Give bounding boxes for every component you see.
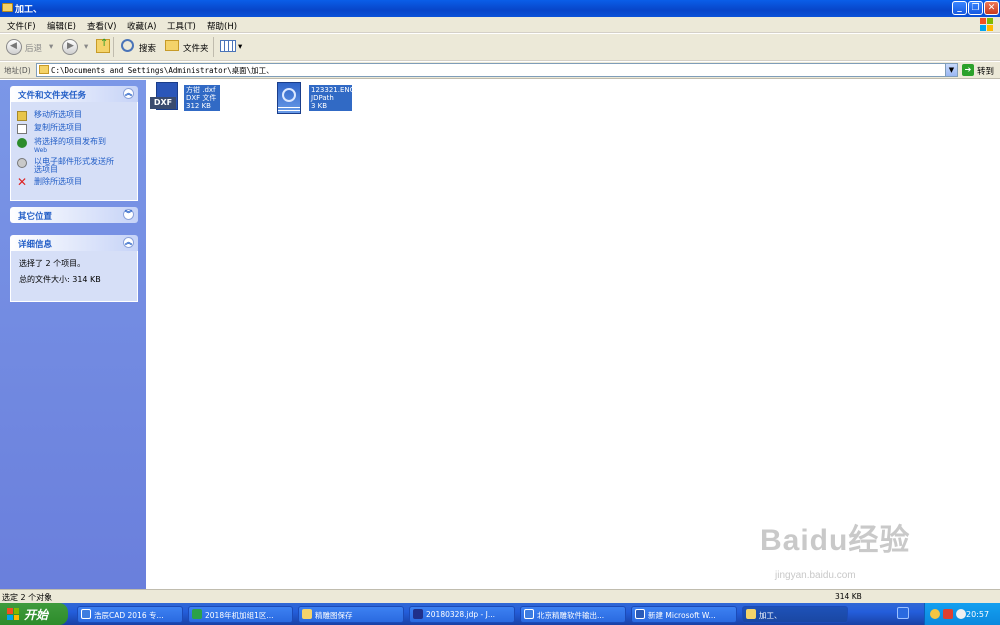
details-title: 详细信息 [18, 240, 53, 250]
jdpath-file-icon[interactable] [277, 82, 301, 114]
file-tasks-panel: 移动所选项目 复制所选项目 将选择的项目发布到 Web 以电子邮件形式发送所 选… [10, 102, 138, 201]
address-label: 地址(D) [4, 66, 31, 75]
taskbar-item-cad[interactable]: 浩辰CAD 2016 专... [77, 606, 183, 623]
title-bar[interactable]: 加工、 _ ❐ ✕ [0, 0, 1000, 17]
file-name: 123321.ENG [311, 86, 356, 94]
status-bar: 选定 2 个对象 314 KB [0, 589, 1000, 603]
go-arrow-icon[interactable]: ➔ [962, 64, 974, 76]
menu-help[interactable]: 帮助(H) [207, 20, 237, 32]
menu-favorites[interactable]: 收藏(A) [127, 20, 156, 32]
delete-icon: ✕ [17, 175, 28, 189]
folder-icon [2, 3, 13, 12]
folder-up-icon[interactable]: ↑ [96, 38, 110, 53]
menu-tools[interactable]: 工具(T) [167, 20, 196, 32]
dxf-file-icon[interactable]: DXF [150, 82, 180, 114]
go-button[interactable]: 转到 [977, 65, 994, 77]
taskbar-item-output[interactable]: 北京精雕软件输出... [520, 606, 626, 623]
file-type: JDPath [311, 94, 334, 102]
taskbar-item-folder-jingdiao[interactable]: 精雕图保存 [298, 606, 404, 623]
watermark-url: jingyan.baidu.com [775, 570, 856, 581]
back-button-label[interactable]: 后退 [25, 42, 42, 54]
forward-arrow-icon[interactable]: ▶ [62, 39, 78, 55]
tray-app-icon[interactable] [930, 609, 940, 619]
email-icon [17, 158, 27, 168]
menu-edit[interactable]: 编辑(E) [47, 20, 76, 32]
address-dropdown-icon[interactable]: ▼ [945, 64, 957, 76]
close-button[interactable]: ✕ [984, 1, 999, 15]
status-size: 314 KB [835, 592, 862, 601]
spreadsheet-icon [192, 609, 202, 619]
expand-chevron-icon[interactable]: ︾ [123, 209, 134, 220]
delete-link[interactable]: 删除所选项目 [34, 177, 82, 186]
search-button[interactable]: 搜索 [139, 42, 156, 54]
folders-icon[interactable] [165, 40, 179, 51]
toolbar-separator [113, 37, 114, 57]
folder-icon [302, 609, 312, 619]
file-type: DXF 文件 [186, 94, 217, 102]
baidu-watermark: Baidu经验 [760, 524, 911, 557]
taskbar-item-word[interactable]: 新建 Microsoft W... [631, 606, 737, 623]
address-path: C:\Documents and Settings\Administrator\… [51, 66, 274, 75]
total-size: 总的文件大小: 314 KB [19, 275, 101, 284]
file-tasks-header[interactable]: 文件和文件夹任务 ︽ [10, 86, 138, 102]
restore-button[interactable]: ❐ [968, 1, 983, 15]
file-name: 方钳 .dxf [186, 86, 216, 94]
details-header[interactable]: 详细信息 ︽ [10, 235, 138, 251]
forward-dropdown-icon[interactable]: ▾ [84, 42, 88, 52]
file-item-dxf[interactable]: 方钳 .dxf DXF 文件 312 KB [184, 85, 220, 111]
move-icon [17, 111, 27, 121]
window-icon [524, 609, 534, 619]
collapse-chevron-icon[interactable]: ︽ [123, 88, 134, 99]
selection-count: 选择了 2 个项目。 [19, 259, 86, 268]
search-icon[interactable] [121, 39, 134, 52]
copy-icon [17, 124, 27, 134]
views-icon[interactable] [220, 40, 236, 52]
start-button[interactable]: 开始 [0, 603, 68, 625]
menu-file[interactable]: 文件(F) [7, 20, 36, 32]
tray-volume-icon[interactable] [956, 609, 966, 619]
details-panel: 选择了 2 个项目。 总的文件大小: 314 KB [10, 251, 138, 302]
toolbar: ◀ 后退 ▾ ▶ ▾ ↑ 搜索 文件夹 ▾ [0, 34, 1000, 61]
collapse-chevron-icon[interactable]: ︽ [123, 237, 134, 248]
file-size: 3 KB [311, 102, 328, 110]
move-selected-link[interactable]: 移动所选项目 [34, 110, 82, 119]
folder-icon [39, 65, 49, 74]
taskbar-item-current-folder[interactable]: 加工、 [742, 606, 848, 623]
file-item-eng[interactable]: 123321.ENG JDPath 3 KB [309, 85, 356, 111]
copy-selected-link[interactable]: 复制所选项目 [34, 123, 82, 132]
folder-icon [746, 609, 756, 619]
other-places-title: 其它位置 [18, 212, 53, 222]
windows-logo-icon [7, 608, 19, 620]
file-size: 312 KB [186, 102, 211, 110]
desktop-toggle-icon[interactable] [897, 607, 909, 619]
taskbar-item-spreadsheet[interactable]: 2018年机加组1区... [188, 606, 293, 623]
task-pane: 文件和文件夹任务 ︽ 移动所选项目 复制所选项目 将选择的项目发布到 Web 以… [0, 80, 146, 589]
folders-button[interactable]: 文件夹 [183, 42, 209, 54]
back-arrow-icon[interactable]: ◀ [6, 39, 22, 55]
window-title: 加工、 [15, 5, 43, 15]
menu-view[interactable]: 查看(V) [87, 20, 116, 32]
start-label: 开始 [24, 608, 49, 622]
status-text: 选定 2 个对象 [2, 593, 53, 602]
tray-security-icon[interactable] [943, 609, 953, 619]
email-link-cont[interactable]: 选项目 [34, 165, 58, 174]
publish-web-icon [17, 138, 27, 148]
file-tasks-title: 文件和文件夹任务 [18, 91, 87, 101]
word-icon [635, 609, 645, 619]
address-input[interactable]: C:\Documents and Settings\Administrator\… [36, 63, 958, 77]
menu-bar: 文件(F) 编辑(E) 查看(V) 收藏(A) 工具(T) 帮助(H) [0, 17, 1000, 33]
file-list[interactable]: DXF 方钳 .dxf DXF 文件 312 KB 123321.ENG JDP… [146, 80, 1000, 589]
cad-icon [81, 609, 91, 619]
toolbar-separator [213, 37, 214, 57]
other-places-header[interactable]: 其它位置 ︾ [10, 207, 138, 223]
back-dropdown-icon[interactable]: ▾ [49, 42, 53, 52]
jdpaint-icon [413, 609, 423, 619]
publish-web-link[interactable]: 将选择的项目发布到 [34, 137, 106, 146]
taskbar-item-jdp[interactable]: 20180328.jdp - J... [409, 606, 515, 623]
minimize-button[interactable]: _ [952, 1, 967, 15]
publish-web-link-cont[interactable]: Web [34, 146, 47, 155]
clock: 20:57 [966, 610, 990, 619]
windows-logo-icon [980, 18, 993, 31]
views-dropdown-icon[interactable]: ▾ [238, 42, 242, 52]
